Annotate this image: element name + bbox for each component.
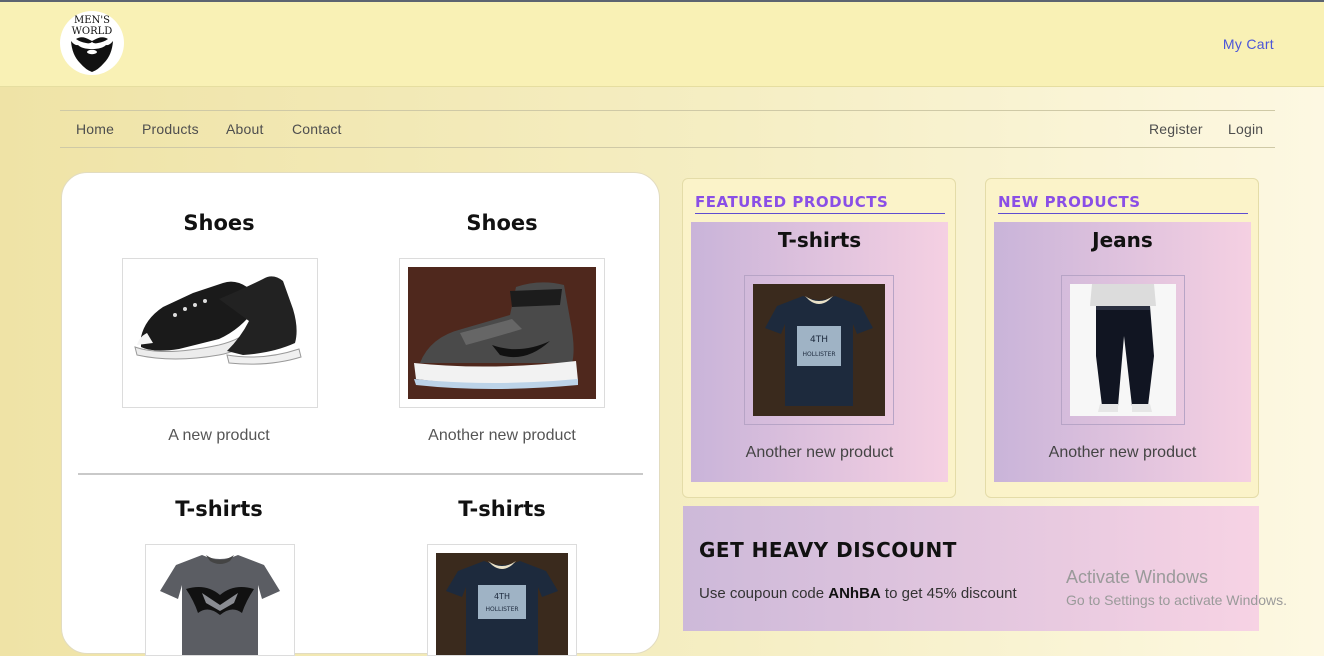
activate-windows-watermark: Activate Windows <box>1066 567 1209 587</box>
mens-world-logo[interactable]: MEN'S WORLD <box>60 11 124 75</box>
featured-products-heading: FEATURED PRODUCTS <box>695 193 945 214</box>
nav-register-link[interactable]: Register <box>1149 121 1203 137</box>
product-title: T-shirts <box>458 497 546 521</box>
products-panel: Shoes A new product Shoes Another new pr… <box>61 172 660 656</box>
new-product-description: Another new product <box>1048 444 1197 461</box>
product-title: Shoes <box>183 211 255 235</box>
nav-products-link[interactable]: Products <box>142 121 199 137</box>
high-top-shoe-image[interactable] <box>399 258 605 408</box>
featured-product-tile[interactable]: T-shirts 4TH HOLLISTER Another new produ… <box>691 222 948 482</box>
svg-text:HOLLISTER: HOLLISTER <box>485 606 518 613</box>
featured-product-title: T-shirts <box>777 228 862 252</box>
featured-product-description: Another new product <box>745 444 894 461</box>
my-cart-link[interactable]: My Cart <box>1223 36 1274 52</box>
activate-windows-subtext: Go to Settings to activate Windows. <box>1066 592 1287 608</box>
discount-text-before: Use coupoun code <box>699 585 829 602</box>
nav-home-link[interactable]: Home <box>76 121 114 137</box>
nav-login-link[interactable]: Login <box>1228 121 1263 137</box>
coupon-code: ANhBA <box>828 585 881 602</box>
new-product-tile[interactable]: Jeans Another new product <box>994 222 1251 482</box>
sneaker-icon <box>123 259 317 407</box>
hollister-tshirt-image[interactable]: 4TH HOLLISTER <box>744 275 894 425</box>
product-title: Shoes <box>466 211 538 235</box>
jeans-image[interactable] <box>1061 275 1185 425</box>
sneaker-image[interactable] <box>122 258 318 408</box>
svg-text:HOLLISTER: HOLLISTER <box>802 351 835 358</box>
high-top-shoe-icon <box>400 259 604 407</box>
product-description: A new product <box>168 427 270 444</box>
product-grid-divider <box>78 473 643 475</box>
discount-text: Use coupoun code ANhBA to get 45% discou… <box>699 585 1017 602</box>
featured-products-card: FEATURED PRODUCTS T-shirts 4TH HOLLISTER… <box>682 178 956 498</box>
product-description: Another new product <box>428 427 576 444</box>
site-header: MEN'S WORLD My Cart <box>0 2 1324 87</box>
new-products-heading: NEW PRODUCTS <box>998 193 1248 214</box>
batman-tshirt-icon <box>146 545 294 655</box>
discount-title: GET HEAVY DISCOUNT <box>699 538 957 562</box>
beard-mustache-icon <box>71 37 113 72</box>
svg-text:4TH: 4TH <box>494 592 510 601</box>
nav-about-link[interactable]: About <box>226 121 264 137</box>
new-product-title: Jeans <box>1092 228 1153 252</box>
hollister-tshirt-icon: 4TH HOLLISTER <box>428 545 576 655</box>
discount-text-after: to get 45% discount <box>880 585 1017 602</box>
svg-text:4TH: 4TH <box>810 335 828 345</box>
new-products-card: NEW PRODUCTS Jeans Another new product <box>985 178 1259 498</box>
product-title: T-shirts <box>175 497 263 521</box>
nav-contact-link[interactable]: Contact <box>292 121 342 137</box>
batman-tshirt-image[interactable] <box>145 544 295 656</box>
hollister-tshirt-image[interactable]: 4TH HOLLISTER <box>427 544 577 656</box>
main-navbar: Home Products About Contact Register Log… <box>60 110 1275 148</box>
hollister-tshirt-icon: 4TH HOLLISTER <box>753 284 885 416</box>
jeans-icon <box>1070 284 1176 416</box>
